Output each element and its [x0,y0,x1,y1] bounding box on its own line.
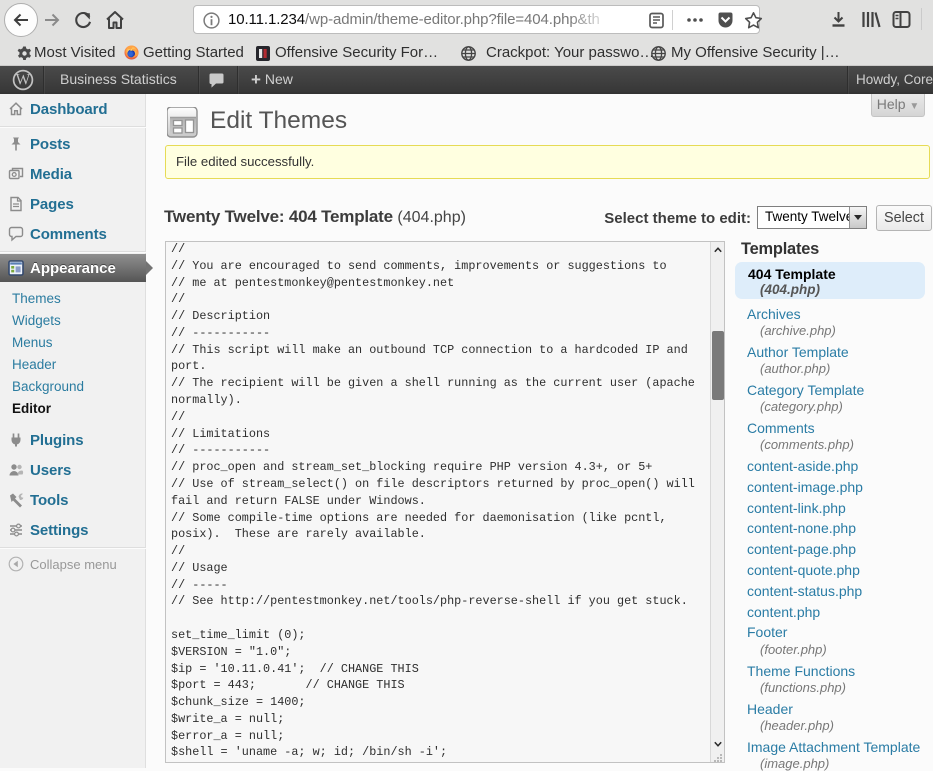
svg-text:W: W [16,71,31,88]
